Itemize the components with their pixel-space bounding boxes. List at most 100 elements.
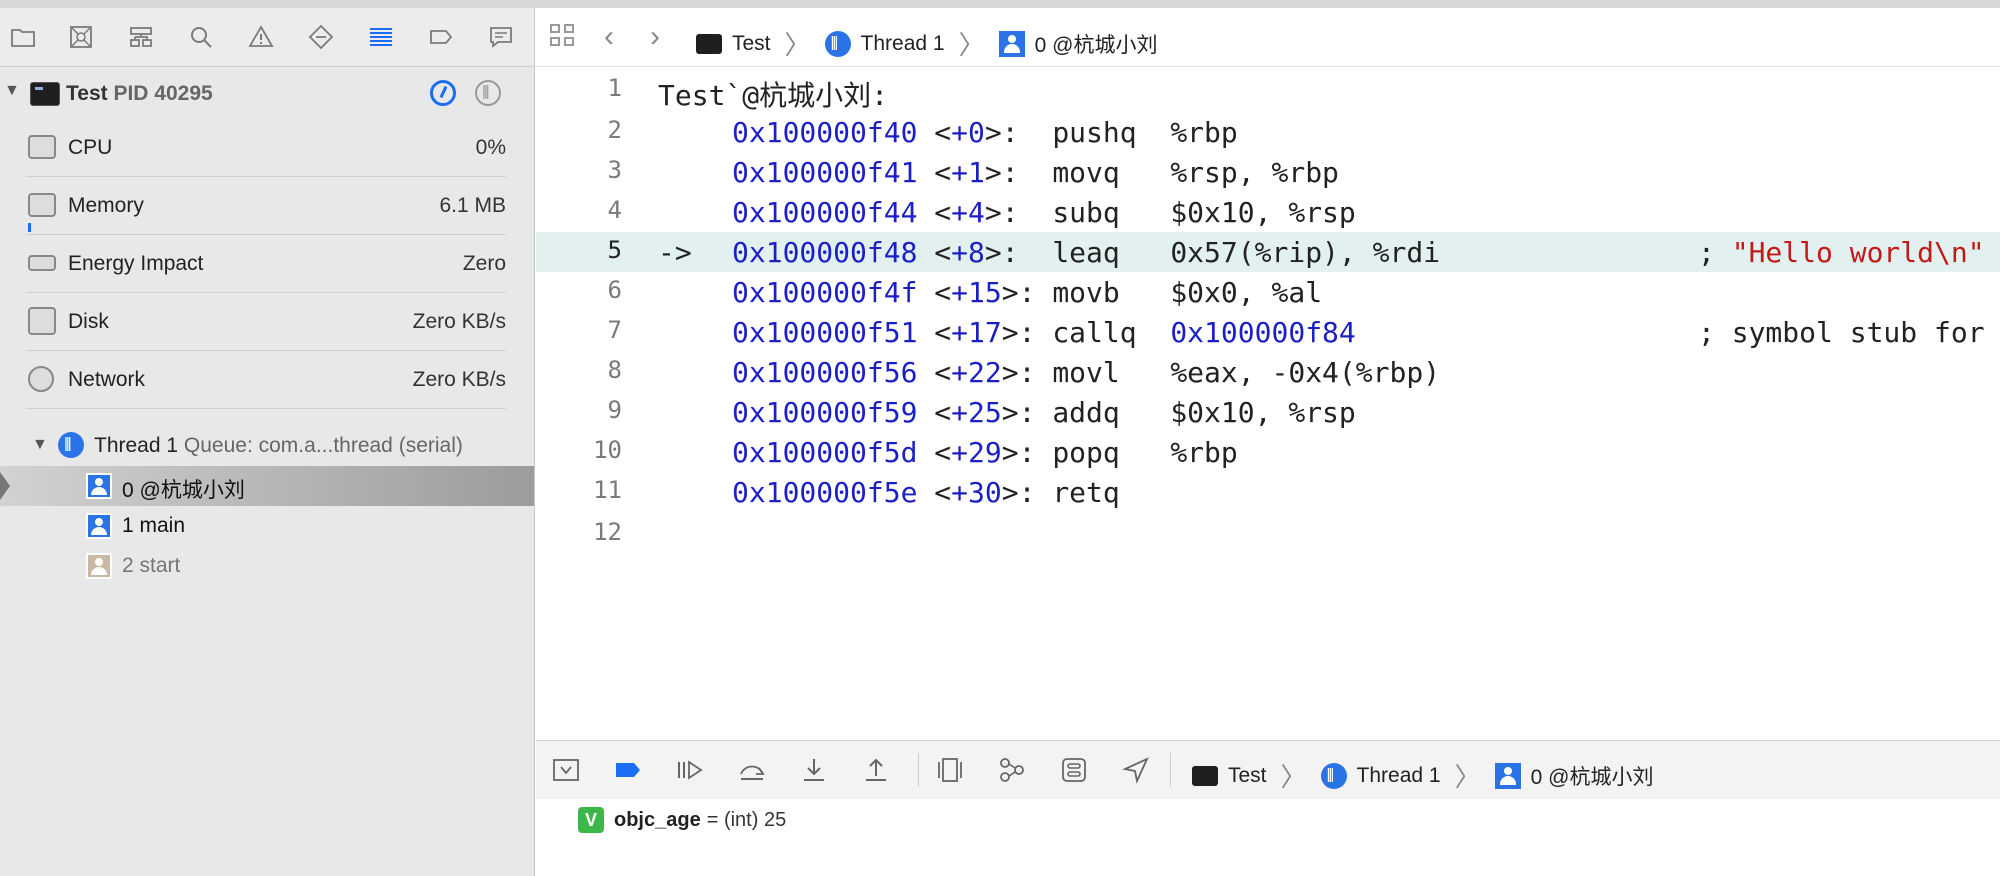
continue-icon[interactable] — [674, 755, 706, 785]
instruction-offset: +4 — [951, 196, 985, 229]
gauge-label: Network — [68, 368, 146, 391]
code-line[interactable]: 2 0x100000f40 <+0>: pushq %rbp — [536, 112, 2000, 152]
environment-overrides-icon[interactable] — [1058, 755, 1090, 785]
memory-graph-icon[interactable] — [996, 755, 1028, 785]
disclosure-triangle-icon[interactable]: ▼ — [32, 436, 48, 454]
current-frame-marker-icon — [0, 472, 10, 500]
instruction-address: 0x100000f59 — [732, 396, 918, 429]
breadcrumb-thread[interactable]: Thread 1 — [1357, 764, 1441, 788]
step-over-icon[interactable] — [736, 755, 768, 785]
mnemonic: retq — [1052, 476, 1120, 509]
forward-chevron-icon[interactable]: › — [650, 20, 660, 54]
user-code-icon — [998, 30, 1025, 57]
operands: 0x100000f84 — [1170, 316, 1356, 349]
code-line[interactable]: 10 0x100000f5d <+29>: popq %rbp — [536, 432, 2000, 472]
breadcrumb-target[interactable]: Test — [732, 32, 771, 56]
line-number: 12 — [593, 518, 622, 546]
mnemonic: movl — [1052, 356, 1120, 389]
gauge-label: Energy Impact — [68, 252, 204, 275]
disk-drive-icon — [28, 307, 56, 335]
cpu-gauge[interactable]: CPU 0% — [26, 119, 506, 177]
symbol-navigator-icon[interactable] — [126, 22, 156, 52]
symbol-header: Test`@杭城小刘: — [658, 79, 889, 112]
line-number: 3 — [607, 156, 622, 184]
issue-warning-icon[interactable] — [246, 22, 276, 52]
line-number: 6 — [607, 276, 622, 304]
stack-frame-1[interactable]: 1 main — [0, 506, 534, 546]
breadcrumb-frame[interactable]: 0 @杭城小刘 — [1531, 761, 1654, 791]
disclosure-triangle-icon[interactable]: ▼ — [4, 82, 20, 100]
instruction-offset: +1 — [951, 156, 985, 189]
variable-badge-icon: V — [578, 807, 604, 833]
instruction-offset: +17 — [951, 316, 1002, 349]
thread-name: Thread 1 — [94, 434, 179, 457]
back-chevron-icon[interactable]: ‹ — [604, 20, 614, 54]
gauge-value: 0% — [475, 136, 506, 159]
simulate-location-icon[interactable] — [1120, 755, 1152, 785]
line-number: 11 — [593, 476, 622, 504]
code-line[interactable]: 11 0x100000f5e <+30>: retq — [536, 472, 2000, 512]
code-line[interactable]: 7 0x100000f51 <+17>: callq 0x100000f84 ;… — [536, 312, 2000, 352]
mnemonic: callq — [1052, 316, 1137, 349]
line-number: 10 — [593, 436, 622, 464]
gauge-value: Zero KB/s — [412, 310, 506, 333]
instruction-offset: +0 — [951, 116, 985, 149]
code-line[interactable]: 1 Test`@杭城小刘: — [536, 70, 2000, 112]
source-control-icon[interactable] — [66, 22, 96, 52]
breakpoint-navigator-icon[interactable] — [426, 22, 456, 52]
mnemonic: leaq — [1052, 236, 1120, 269]
network-gauge[interactable]: Network Zero KB/s — [26, 351, 506, 409]
code-line[interactable]: 8 0x100000f56 <+22>: movl %eax, -0x4(%rb… — [536, 352, 2000, 392]
operands: $0x10, %rsp — [1170, 196, 1356, 229]
terminal-app-icon — [30, 82, 60, 106]
terminal-app-icon — [1192, 765, 1218, 786]
gauges-toggle-icon[interactable] — [430, 80, 456, 106]
disk-gauge[interactable]: Disk Zero KB/s — [26, 293, 506, 351]
breadcrumb-frame[interactable]: 0 @杭城小刘 — [1035, 29, 1158, 59]
gauge-value: Zero KB/s — [412, 368, 506, 391]
variables-view: V objc_age = (int) 25 — [536, 799, 2000, 876]
thread-icon — [824, 30, 851, 57]
test-navigator-diamond-icon[interactable] — [306, 22, 336, 52]
energy-gauge[interactable]: Energy Impact Zero — [26, 235, 506, 293]
instruction-address: 0x100000f48 — [732, 236, 918, 269]
breadcrumb-thread[interactable]: Thread 1 — [861, 32, 945, 56]
breadcrumb-target[interactable]: Test — [1228, 764, 1267, 788]
related-items-grid-icon[interactable] — [550, 24, 578, 50]
debug-bar: Test 〉 Thread 1 〉 0 @杭城小刘 — [536, 740, 2000, 800]
view-hierarchy-icon[interactable] — [934, 755, 966, 785]
code-line[interactable]: 12 — [536, 514, 2000, 554]
mnemonic: addq — [1052, 396, 1120, 429]
thread-row[interactable]: ▼ Thread 1 Queue: com.a...thread (serial… — [0, 426, 534, 466]
hide-debug-area-icon[interactable] — [550, 755, 582, 785]
debug-navigator-icon[interactable] — [366, 22, 396, 52]
step-out-icon[interactable] — [860, 755, 892, 785]
operands: $0x0, %al — [1170, 276, 1323, 309]
frame-label: 1 main — [122, 514, 186, 537]
project-navigator-folder-icon[interactable] — [8, 22, 38, 52]
code-line[interactable]: 4 0x100000f44 <+4>: subq $0x10, %rsp — [536, 192, 2000, 232]
step-into-icon[interactable] — [798, 755, 830, 785]
process-row[interactable]: ▼ Test PID 40295 — [0, 68, 534, 118]
string-comment: "Hello world\n" — [1731, 236, 1985, 269]
memory-chip-icon — [28, 193, 56, 217]
current-instruction-line[interactable]: 5 -> 0x100000f48 <+8>: leaq 0x57(%rip), … — [536, 232, 2000, 272]
threads-toggle-icon[interactable] — [475, 80, 501, 106]
stack-frame-0[interactable]: 0 @杭城小刘 — [0, 466, 534, 506]
stack-frame-2[interactable]: 2 start — [0, 546, 534, 586]
breadcrumb-separator-icon: 〉 — [1454, 762, 1481, 792]
memory-gauge[interactable]: Memory 6.1 MB — [26, 177, 506, 235]
instruction-offset: +25 — [951, 396, 1002, 429]
code-line[interactable]: 9 0x100000f59 <+25>: addq $0x10, %rsp — [536, 392, 2000, 432]
instruction-address: 0x100000f4f — [732, 276, 918, 309]
breakpoints-toggle-icon[interactable] — [612, 755, 644, 785]
report-navigator-icon[interactable] — [486, 22, 516, 52]
code-line[interactable]: 3 0x100000f41 <+1>: movq %rsp, %rbp — [536, 152, 2000, 192]
instruction-offset: +8 — [951, 236, 985, 269]
code-line[interactable]: 6 0x100000f4f <+15>: movb $0x0, %al — [536, 272, 2000, 312]
operands: %eax, -0x4(%rbp) — [1170, 356, 1441, 389]
mnemonic: pushq — [1052, 116, 1137, 149]
variable-row[interactable]: V objc_age = (int) 25 — [578, 805, 786, 835]
terminal-app-icon — [696, 33, 722, 54]
search-icon[interactable] — [186, 22, 216, 52]
